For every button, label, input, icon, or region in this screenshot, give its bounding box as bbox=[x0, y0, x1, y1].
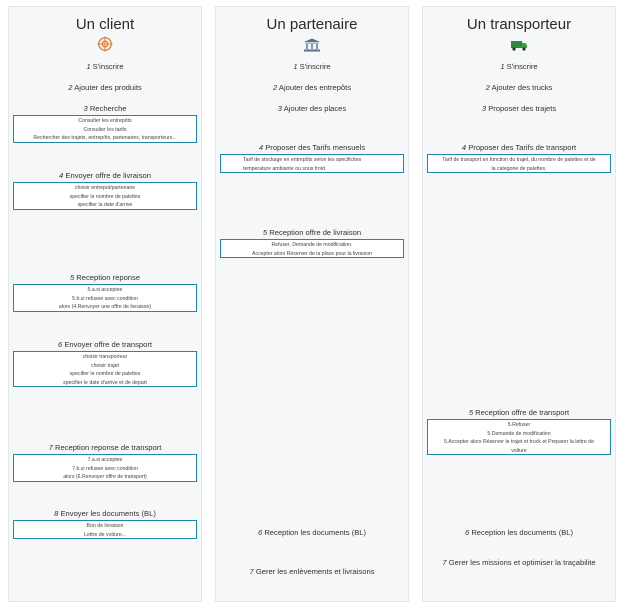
step-4: 4 Proposer des Tarifs mensuels bbox=[258, 143, 366, 152]
step-3: 3 Proposer des trajets bbox=[481, 104, 557, 113]
column-title: Un client bbox=[75, 16, 135, 33]
step-1: 1 S'inscrire bbox=[500, 62, 538, 71]
step-3-details: Consulter les entrepôts Consulter les ta… bbox=[13, 115, 197, 143]
step-5-details: 5.a.si acceptee 5.b.si refusee avec cond… bbox=[13, 284, 197, 312]
column-partenaire: Un partenaire 1 S'inscrire 2 Ajouter des… bbox=[215, 6, 409, 602]
step-5-details: Refuser, Demande de modification. Accept… bbox=[220, 239, 404, 258]
step-5: 5 Reception offre de livraison bbox=[262, 228, 362, 237]
step-6: 6 Reception les documents (BL) bbox=[257, 528, 367, 537]
target-icon bbox=[97, 36, 113, 52]
truck-icon bbox=[511, 41, 527, 51]
step-8: 8 Envoyer les documents (BL) bbox=[54, 509, 156, 518]
column-title: Un partenaire bbox=[266, 16, 358, 33]
step-4-details: choisir entrepot/partenaire specifier le… bbox=[13, 182, 197, 210]
step-4: 4 Envoyer offre de livraison bbox=[59, 171, 151, 180]
column-transporteur: Un transporteur 1 S'inscrire 2 Ajouter d… bbox=[422, 6, 616, 602]
step-7: 7 Gerer les missions et optimiser la tra… bbox=[442, 558, 596, 567]
step-3: 3 Recherche bbox=[83, 104, 127, 113]
step-7: 7 Reception reponse de transport bbox=[48, 443, 162, 452]
step-1: 1 S'inscrire bbox=[86, 62, 124, 71]
step-2: 2 Ajouter des trucks bbox=[485, 83, 553, 92]
step-5: 5 Reception offre de transport bbox=[468, 408, 570, 417]
step-2: 2 Ajouter des produits bbox=[68, 83, 142, 92]
step-3: 3 Ajouter des places bbox=[277, 104, 347, 113]
step-4: 4 Proposer des Tarifs de transport bbox=[461, 143, 577, 152]
step-4-details: Tarif de transport en fonction du trajet… bbox=[427, 154, 611, 173]
step-7-details: 7.a.si acceptee 7.b.si refusee avec cond… bbox=[13, 454, 197, 482]
step-6: 6 Reception les documents (BL) bbox=[464, 528, 574, 537]
bank-icon bbox=[304, 38, 320, 52]
step-7: 7 Gerer les enlèvements et livraisons bbox=[249, 567, 375, 576]
step-4-details: Tarif de stockage en entrepôts selon les… bbox=[220, 154, 404, 173]
step-5: 5 Reception reponse bbox=[69, 273, 141, 282]
column-title: Un transporteur bbox=[466, 16, 572, 33]
column-client: Un client 1 S'inscrire 2 Ajouter des pro… bbox=[8, 6, 202, 602]
step-1: 1 S'inscrire bbox=[293, 62, 331, 71]
step-8-details: Bon de livraison Lettre de voiture... bbox=[13, 520, 197, 539]
step-5-details: 5.Refuser 5.Demande de modification 5.Ac… bbox=[427, 419, 611, 455]
step-6: 6 Envoyer offre de transport bbox=[57, 340, 153, 349]
step-6-details: choisir transporteur choisir trajet spec… bbox=[13, 351, 197, 387]
step-2: 2 Ajouter des entrepôts bbox=[272, 83, 352, 92]
